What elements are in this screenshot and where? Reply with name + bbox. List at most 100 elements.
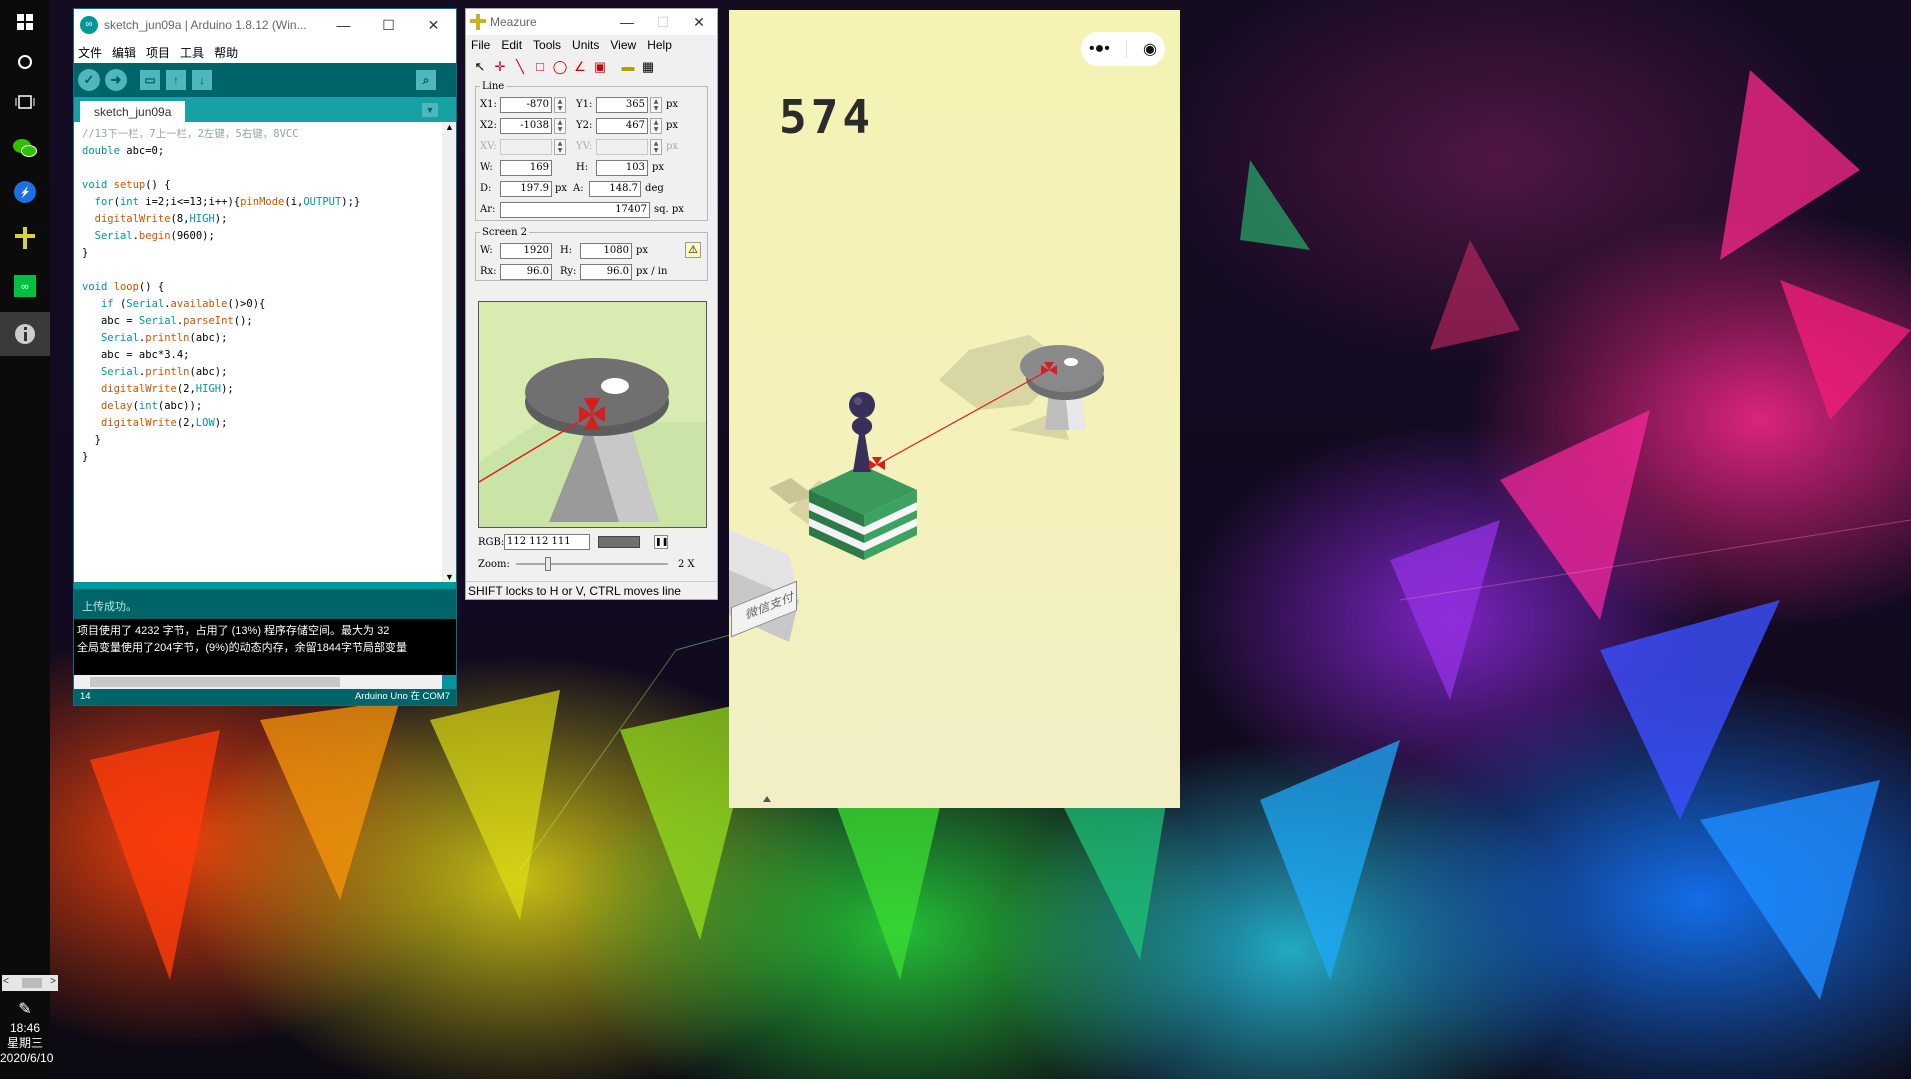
res-unit: px / in	[636, 266, 668, 277]
y2-field[interactable]: 467	[596, 117, 648, 134]
menu-tools[interactable]: 工具	[180, 44, 204, 61]
scroll-down-arrow-icon[interactable]: ▼	[445, 572, 454, 582]
menu-file[interactable]: 文件	[78, 44, 102, 61]
wechat-icon[interactable]	[0, 126, 50, 170]
code-line: for(int i=2;i<=13;i++){pinMode(i,OUTPUT)…	[94, 196, 361, 208]
ry-field[interactable]: 96.0	[580, 263, 632, 280]
meazure-title: Meazure	[490, 15, 537, 29]
zoom-label: Zoom:	[478, 558, 510, 570]
arduino-titlebar[interactable]: ∞ sketch_jun09a | Arduino 1.8.12 (Win...…	[74, 9, 456, 41]
scroll-left-arrow-icon[interactable]: <	[3, 976, 9, 987]
freeze-button[interactable]: ❚❚	[654, 535, 668, 549]
code-line: //13下一栏，7上一栏，2左键，5右键，8VCC	[82, 128, 299, 140]
meazure-icon[interactable]	[0, 216, 50, 260]
height-field: 103	[596, 159, 648, 176]
code-line: }	[82, 451, 89, 463]
tab-menu-chevron-icon[interactable]: ▼	[422, 103, 438, 117]
info-icon[interactable]	[0, 312, 50, 356]
circle-tool-icon[interactable]: ◯	[550, 58, 570, 76]
warning-icon[interactable]: ⚠	[685, 242, 701, 258]
cortana-icon[interactable]	[0, 40, 50, 84]
rx-field[interactable]: 96.0	[500, 263, 552, 280]
upload-button[interactable]: ➜	[105, 69, 127, 91]
x2-label: X2:	[480, 120, 497, 131]
y1-field[interactable]: 365	[596, 96, 648, 113]
menu-file[interactable]: File	[471, 38, 490, 52]
maximize-button[interactable]: ☐	[366, 9, 411, 41]
menu-edit[interactable]: Edit	[501, 38, 522, 52]
y1-unit: px	[666, 99, 679, 110]
maximize-button[interactable]: ☐	[645, 9, 681, 35]
more-dots-icon[interactable]: •●•	[1089, 40, 1110, 58]
close-button[interactable]: ✕	[411, 9, 456, 41]
console-horizontal-scrollbar[interactable]	[74, 675, 442, 689]
arduino-bottom-bar: 14 Arduino Uno 在 COM7	[74, 689, 456, 705]
menu-help[interactable]: Help	[647, 38, 672, 52]
x1-field[interactable]: -870	[500, 96, 552, 113]
scroll-up-arrow-icon[interactable]: ▲	[445, 122, 454, 132]
x2-field[interactable]: -1038	[500, 117, 552, 134]
scroll-thumb[interactable]	[22, 978, 42, 988]
taskbar-clock[interactable]: 18:46 星期三 2020/6/10	[0, 1019, 53, 1079]
arduino-icon[interactable]: ∞	[0, 264, 50, 308]
menu-sketch[interactable]: 项目	[146, 44, 170, 61]
x1-spinner[interactable]: ▲ ▼	[554, 96, 566, 113]
open-sketch-button[interactable]: ↑	[166, 70, 186, 90]
scroll-right-arrow-icon[interactable]: >	[50, 976, 56, 987]
scroll-thumb[interactable]	[90, 677, 340, 687]
close-button[interactable]: ✕	[681, 9, 717, 35]
zoom-row: Zoom: 2 X	[478, 555, 707, 573]
y2-spinner[interactable]: ▲ ▼	[650, 117, 662, 134]
width-field: 169	[500, 159, 552, 176]
task-view-icon[interactable]	[0, 80, 50, 124]
minimize-button[interactable]: —	[321, 9, 366, 41]
svg-text:∞: ∞	[20, 280, 29, 293]
editor-vertical-scrollbar[interactable]: ▲ ▼	[442, 122, 456, 582]
arduino-ide-window: ∞ sketch_jun09a | Arduino 1.8.12 (Win...…	[73, 8, 457, 706]
code-editor[interactable]: //13下一栏，7上一栏，2左键，5右键，8VCC double abc=0; vo…	[74, 122, 456, 582]
screen-width-field: 1920	[500, 242, 552, 259]
meazure-toolbar: ↖ ✛ ╲ □ ◯ ∠ ▣ ▬ ▦	[466, 55, 717, 79]
arduino-toolbar: ✓ ➜ ▭ ↑ ↓ ⌕	[74, 63, 456, 97]
ar-unit: sq. px	[654, 204, 684, 215]
rectangle-tool-icon[interactable]: □	[530, 58, 550, 76]
menu-tools[interactable]: Tools	[533, 38, 561, 52]
menu-units[interactable]: Units	[572, 38, 599, 52]
angle-tool-icon[interactable]: ∠	[570, 58, 590, 76]
window-tool-icon[interactable]: ▣	[590, 58, 610, 76]
point-tool-icon[interactable]: ✛	[490, 58, 510, 76]
xv-field	[500, 138, 552, 155]
menu-view[interactable]: View	[610, 38, 636, 52]
h-label: H:	[576, 162, 589, 173]
save-sketch-button[interactable]: ↓	[192, 70, 212, 90]
line-tool-icon[interactable]: ╲	[510, 58, 530, 76]
windows-logo-icon[interactable]	[0, 0, 50, 44]
cursor-tool-icon[interactable]: ↖	[470, 58, 490, 76]
meazure-titlebar[interactable]: Meazure — ☐ ✕	[466, 9, 717, 35]
yv-unit: px	[666, 141, 679, 152]
zoom-slider-thumb[interactable]	[545, 557, 551, 571]
ruler-icon[interactable]: ▬	[618, 58, 638, 76]
feishu-icon[interactable]	[0, 170, 50, 214]
serial-monitor-button[interactable]: ⌕	[416, 70, 436, 90]
code-line: void loop() {	[82, 281, 165, 293]
grid-icon[interactable]: ▦	[638, 58, 658, 76]
y1-spinner[interactable]: ▲ ▼	[650, 96, 662, 113]
game-window[interactable]: 574 •●• ◉ 微信支付	[729, 10, 1180, 808]
taskbar-scrollbar[interactable]: < >	[2, 975, 58, 991]
menu-help[interactable]: 帮助	[214, 44, 238, 61]
upload-status: 上传成功。	[74, 589, 456, 619]
x2-spinner[interactable]: ▲ ▼	[554, 117, 566, 134]
console-line: 全局变量使用了204字节，(9%)的动态内存，余留1844字节局部变量	[77, 642, 408, 654]
rgb-label: RGB:	[478, 536, 505, 548]
zoom-slider[interactable]	[516, 555, 668, 573]
y2-unit: px	[666, 120, 679, 131]
verify-button[interactable]: ✓	[78, 69, 100, 91]
area-field: 17407	[500, 201, 650, 218]
tab-sketch[interactable]: sketch_jun09a	[80, 101, 186, 123]
code-line: void setup() {	[82, 179, 171, 191]
new-sketch-button[interactable]: ▭	[140, 70, 160, 90]
minimize-button[interactable]: —	[609, 9, 645, 35]
menu-edit[interactable]: 编辑	[112, 44, 136, 61]
target-close-icon[interactable]: ◉	[1143, 39, 1157, 59]
